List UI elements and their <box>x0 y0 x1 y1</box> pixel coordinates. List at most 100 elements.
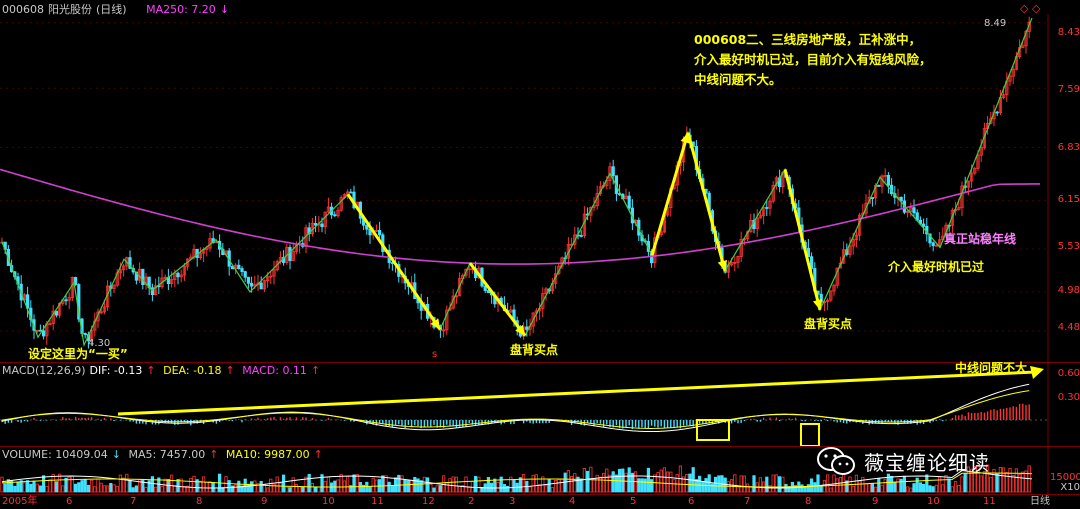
x-tick: 8 <box>196 496 203 507</box>
x-tick: 10 <box>322 496 335 507</box>
volume-bar <box>3 483 7 493</box>
volume-bar <box>947 478 951 493</box>
volume-bar <box>867 482 871 493</box>
volume-bar <box>96 478 100 493</box>
volume-bar <box>698 475 702 493</box>
volume-bar <box>739 475 743 493</box>
candle-body <box>320 223 324 228</box>
volume-bar <box>499 476 503 493</box>
volume-bar <box>169 474 174 493</box>
volume-bar <box>144 487 148 493</box>
ma250-label: MA250: 7.20 <box>146 3 216 16</box>
volume-bar <box>13 485 17 493</box>
volume-bar <box>99 482 103 493</box>
volume-bar <box>403 479 407 493</box>
volume-bar <box>48 479 52 493</box>
volume-bar <box>128 480 132 493</box>
volume-bar <box>457 485 462 493</box>
divergence-box <box>800 423 820 447</box>
volume-bar <box>573 473 577 493</box>
volume-bar <box>531 474 535 493</box>
macd-header: MACD(12,26,9) DIF: -0.13 ↑ DEA: -0.18 ↑ MAC… <box>2 364 324 378</box>
volume-bar <box>941 484 945 493</box>
volume-bar <box>176 479 180 493</box>
volume-bar <box>528 486 532 493</box>
volume-bar <box>522 473 526 493</box>
price-max-label: 8.49 <box>984 18 1007 29</box>
volume-bar <box>54 481 59 493</box>
volume-bar <box>1008 468 1012 493</box>
volume-bar <box>384 475 388 493</box>
ma5-up-icon: ↑ <box>209 448 219 461</box>
volume-bar <box>931 486 935 493</box>
volume-bar <box>90 479 94 493</box>
pan-bei-annotation: 盘背买点 <box>804 317 853 331</box>
volume-bar <box>758 477 763 493</box>
volume-bar <box>429 483 433 493</box>
trend-arrow <box>686 132 727 272</box>
volume-bar <box>656 472 660 493</box>
candle-body <box>870 197 875 199</box>
volume-bar <box>640 478 644 493</box>
candle-body <box>313 223 318 226</box>
volume-bar <box>688 473 692 493</box>
volume-bar <box>38 485 43 493</box>
volume-bar <box>390 485 395 493</box>
volume-bar <box>32 480 36 493</box>
volume-bar <box>445 482 449 493</box>
volume-bar <box>16 481 20 493</box>
volume-bar <box>189 477 193 493</box>
candle-body <box>483 285 487 291</box>
candle-body <box>922 223 926 227</box>
volume-bar <box>672 479 676 493</box>
mid-ok-annotation: 中线问题不大 <box>955 361 1028 375</box>
volume-bar <box>662 467 667 493</box>
volume-bar <box>611 471 615 493</box>
volume-bar <box>112 484 116 493</box>
volume-bar <box>265 487 270 493</box>
ma250-line <box>0 168 1041 265</box>
volume-bar <box>74 483 78 493</box>
volume-bar <box>400 475 404 493</box>
volume-bar <box>435 485 439 493</box>
volume-bar <box>899 478 903 493</box>
volume-bar <box>387 481 391 493</box>
volume-bar <box>829 487 833 493</box>
volume-bar <box>701 481 705 493</box>
macd-tick: 0.60 <box>1057 368 1080 379</box>
volume-bar <box>288 487 292 493</box>
volume-bar <box>810 478 814 493</box>
volume-bar <box>22 482 27 493</box>
volume-bar <box>301 486 305 493</box>
volume-bar <box>464 476 468 493</box>
volume-bar <box>954 481 958 493</box>
volume-bar <box>317 486 321 493</box>
wechat-icon <box>816 446 856 476</box>
volume-bar <box>83 479 87 493</box>
x-tick: 8 <box>805 496 812 507</box>
volume-bar <box>707 474 711 493</box>
volume-bar <box>979 475 983 493</box>
dea-up-icon: ↑ <box>225 364 235 377</box>
volume-bar <box>826 474 830 493</box>
watermark: 薇宝缠论细读 <box>816 446 990 476</box>
x-tick: 10 <box>927 496 940 507</box>
volume-bar <box>643 478 647 493</box>
candle-body <box>240 268 244 272</box>
window-controls[interactable]: ◇ ◇ <box>1020 2 1040 15</box>
candle-body <box>877 185 881 187</box>
macd-panel-separator <box>0 362 1080 363</box>
candle-body <box>525 326 529 330</box>
dea-label: DEA: -0.18 <box>163 364 222 377</box>
x-tick: 9 <box>872 496 879 507</box>
candle-body <box>237 264 241 269</box>
volume-bar <box>160 485 164 493</box>
volume-bar <box>938 476 942 493</box>
volume-bar <box>650 479 654 493</box>
volume-bar <box>278 482 283 493</box>
note-line: 000608二、三线房地产股，正补涨中， <box>694 32 922 47</box>
volume-bar <box>25 480 30 493</box>
volume-bar <box>86 484 90 493</box>
volume-bar <box>858 480 862 493</box>
stock-name: 阳光股份 <box>48 3 92 16</box>
